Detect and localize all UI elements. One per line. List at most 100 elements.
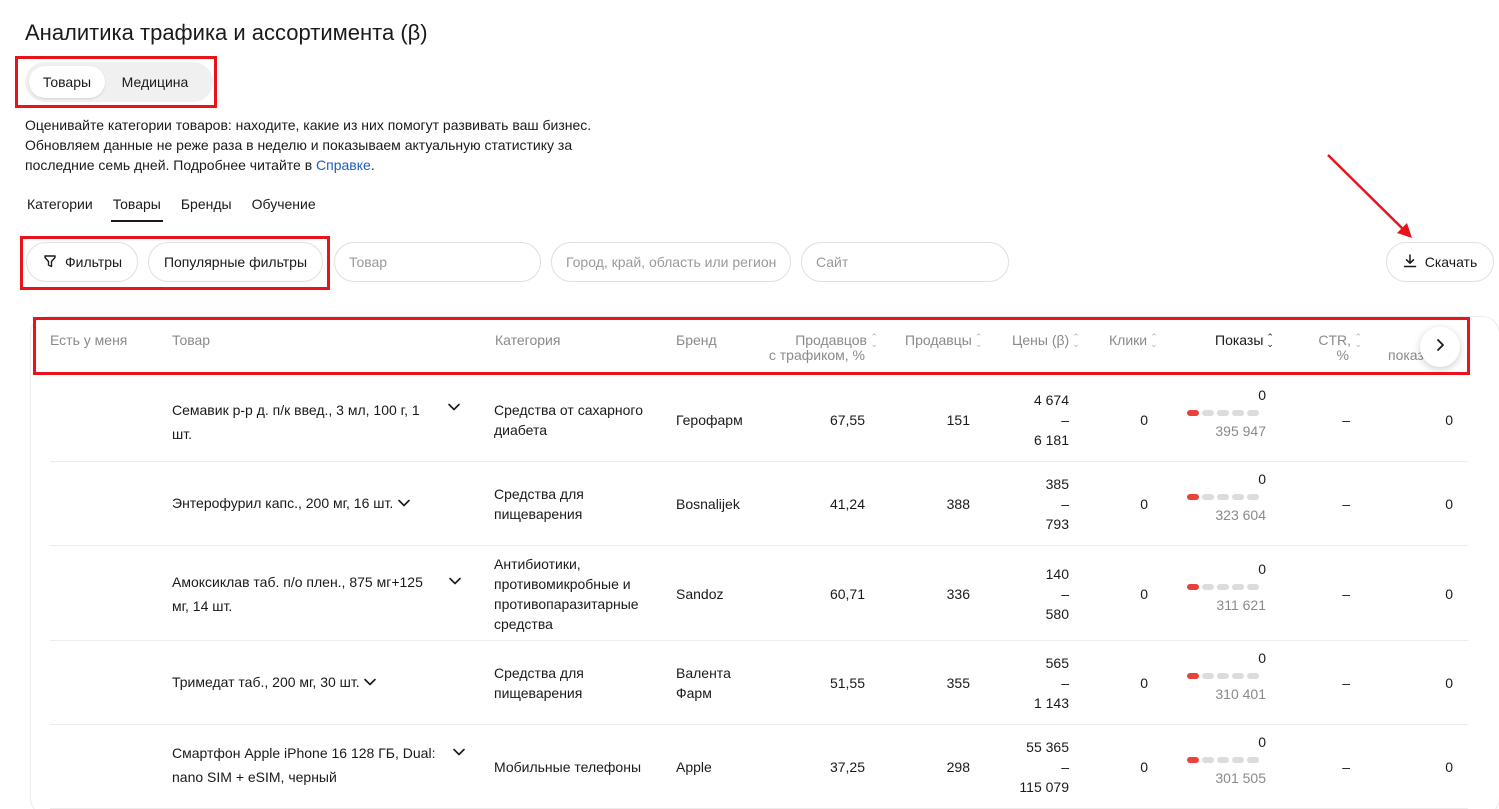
ctr: – (1342, 759, 1350, 775)
shows-total: 311 621 (1216, 597, 1266, 613)
download-button[interactable]: Скачать (1386, 242, 1494, 282)
sort-icon: ⌃ ⌄ (870, 332, 878, 350)
popular-filters-button[interactable]: Популярные фильтры (148, 242, 323, 282)
brand: Apple (676, 759, 712, 775)
header-ctr[interactable]: CTR, ⌃ ⌄ % (1300, 333, 1362, 363)
header-clicks[interactable]: Клики ⌃ ⌄ (1109, 332, 1158, 350)
product-name[interactable]: Тримедат таб., 200 мг, 30 шт. (172, 670, 437, 694)
ctr: – (1342, 496, 1350, 512)
category: Средства для пищеварения (494, 486, 584, 522)
segment-control: Товары Медицина (25, 62, 213, 102)
table-row[interactable]: Амоксиклав таб. п/о плен., 875 мг+125 мг… (50, 546, 1468, 641)
product-name[interactable]: Семавик р-р д. п/к введ., 3 мл, 100 г, 1… (172, 398, 437, 446)
product-name[interactable]: Смартфон Apple iPhone 16 128 ГБ, Dual: n… (172, 741, 437, 789)
download-label: Скачать (1424, 254, 1478, 270)
page-title: Аналитика трафика и ассортимента (β) (25, 20, 428, 45)
site-input[interactable]: Сайт (801, 242, 1009, 282)
shows-value: 0 (1258, 561, 1266, 577)
sort-icon: ⌃ ⌄ (974, 332, 983, 350)
scroll-right-button[interactable] (1420, 327, 1460, 367)
clicks: 0 (1140, 586, 1148, 602)
sellers: 336 (946, 586, 970, 602)
region-input[interactable]: Город, край, область или регион (551, 242, 791, 282)
shows-value: 0 (1258, 650, 1266, 666)
shows-cell: 0 395 947 (1186, 386, 1266, 440)
sellers-traffic: 37,25 (829, 759, 865, 775)
product-name[interactable]: Амоксиклав таб. п/о плен., 875 мг+125 мг… (172, 570, 437, 618)
sellers-traffic: 60,71 (829, 586, 865, 602)
header-ctr-line2: % (1336, 347, 1349, 364)
shows-value: 0 (1258, 471, 1266, 487)
table-row[interactable]: Тримедат таб., 200 мг, 30 шт. Средства дл… (50, 641, 1468, 725)
price-range: 4 674 – 6 181 (989, 390, 1069, 450)
shows-level-bar (1187, 673, 1266, 679)
price-min: 55 365 (1026, 739, 1069, 755)
header-sellers-traffic[interactable]: Продавцов ⌃ ⌄ с трафиком, % (760, 333, 878, 363)
shows-level-bar (1187, 410, 1266, 416)
level-segment (1247, 584, 1259, 590)
price-range: 565 – 1 143 (989, 653, 1069, 713)
section-tabs: Категории Товары Бренды Обучение (27, 196, 336, 222)
category: Средства от сахарного диабета (494, 402, 643, 438)
tab-brands[interactable]: Бренды (181, 196, 232, 220)
table-row[interactable]: Семавик р-р д. п/к введ., 3 мл, 100 г, 1… (50, 378, 1468, 462)
level-segment (1217, 673, 1229, 679)
product-name-text: Семавик р-р д. п/к введ., 3 мл, 100 г, 1… (172, 402, 420, 442)
tab-learning[interactable]: Обучение (252, 196, 316, 220)
price-min: 385 (1045, 476, 1069, 492)
segment-medicine[interactable]: Медицина (105, 66, 205, 98)
shows-value: 0 (1258, 734, 1266, 750)
chevron-down-icon[interactable] (452, 745, 466, 759)
filters-button[interactable]: Фильтры (26, 242, 138, 282)
tab-categories[interactable]: Категории (27, 196, 93, 220)
header-shows[interactable]: Показы ⌃ ⌄ (1215, 333, 1274, 349)
brand: Sandoz (676, 586, 724, 602)
header-sellers-label: Продавцы (905, 332, 972, 348)
table-row[interactable]: Смартфон Apple iPhone 16 128 ГБ, Dual: n… (50, 725, 1468, 809)
header-sellers-traffic-line1: Продавцов (795, 332, 867, 348)
price-max: 1 143 (1033, 695, 1069, 711)
level-segment (1187, 410, 1199, 416)
sort-icon: ⌃ ⌄ (1150, 332, 1158, 350)
level-segment (1217, 494, 1229, 500)
help-link[interactable]: Справке (316, 157, 371, 173)
chevron-down-icon[interactable] (363, 675, 377, 689)
price-range: 55 365 – 115 079 (989, 737, 1069, 797)
product-search-input[interactable]: Товар (334, 242, 541, 282)
extra-value: 0 (1445, 759, 1453, 775)
extra-value: 0 (1445, 496, 1453, 512)
level-segment (1232, 410, 1244, 416)
level-segment (1187, 757, 1199, 763)
tab-goods[interactable]: Товары (110, 196, 164, 222)
shows-total: 310 401 (1215, 686, 1266, 702)
header-prices[interactable]: Цены (β) ⌃ ⌄ (1012, 333, 1080, 349)
price-min: 565 (1045, 655, 1069, 671)
chevron-down-icon[interactable] (447, 400, 461, 414)
category: Мобильные телефоны (494, 759, 642, 775)
chevron-down-icon[interactable] (397, 496, 411, 510)
header-extra: показ (1388, 347, 1424, 363)
clicks: 0 (1140, 496, 1148, 512)
header-product: Товар (172, 332, 211, 348)
level-segment (1217, 757, 1229, 763)
level-segment (1202, 757, 1214, 763)
brand: Bosnalijek (676, 496, 740, 512)
description-text: Оценивайте категории товаров: находите, … (25, 117, 592, 173)
header-sellers[interactable]: Продавцы ⌃ ⌄ (905, 332, 983, 350)
sellers: 355 (946, 675, 970, 691)
shows-level-bar (1187, 494, 1266, 500)
description-end: . (370, 157, 375, 173)
shows-level-bar (1187, 584, 1266, 590)
sellers-traffic: 51,55 (829, 675, 865, 691)
price-max: 793 (1045, 516, 1069, 532)
header-brand: Бренд (676, 332, 717, 348)
product-name-text: Амоксиклав таб. п/о плен., 875 мг+125 мг… (172, 574, 423, 614)
chevron-down-icon[interactable] (448, 574, 462, 588)
shows-cell: 0 323 604 (1186, 470, 1266, 524)
shows-total: 323 604 (1215, 507, 1266, 523)
table-row[interactable]: Энтерофурил капс., 200 мг, 16 шт. Средств… (50, 462, 1468, 546)
annotation-arrow (1327, 154, 1412, 238)
segment-goods[interactable]: Товары (29, 66, 105, 98)
sellers: 388 (946, 496, 970, 512)
brand: Валента Фарм (676, 665, 731, 701)
